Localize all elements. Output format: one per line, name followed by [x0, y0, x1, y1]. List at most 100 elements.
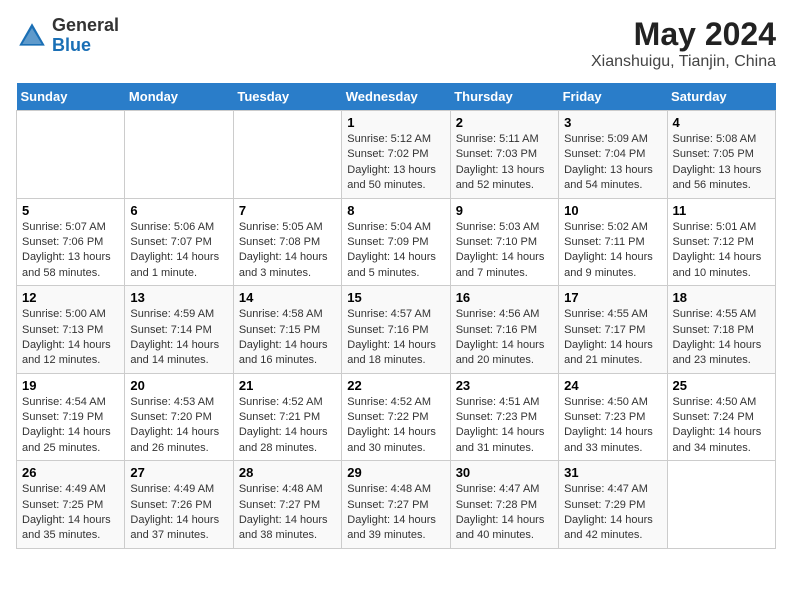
day-number: 19 — [22, 378, 119, 393]
calendar-cell: 7 Sunrise: 5:05 AMSunset: 7:08 PMDaylight… — [233, 198, 341, 286]
calendar-cell: 21 Sunrise: 4:52 AMSunset: 7:21 PMDayligh… — [233, 373, 341, 461]
week-row-5: 26 Sunrise: 4:49 AMSunset: 7:25 PMDayligh… — [17, 461, 776, 549]
day-info: Sunrise: 5:03 AMSunset: 7:10 PMDaylight:… — [456, 220, 553, 282]
day-info: Sunrise: 4:56 AMSunset: 7:16 PMDaylight:… — [456, 307, 553, 369]
day-info: Sunrise: 5:12 AMSunset: 7:02 PMDaylight:… — [347, 132, 444, 194]
calendar-cell: 18 Sunrise: 4:55 AMSunset: 7:18 PMDayligh… — [667, 286, 775, 374]
calendar-cell: 15 Sunrise: 4:57 AMSunset: 7:16 PMDayligh… — [342, 286, 450, 374]
calendar-cell: 9 Sunrise: 5:03 AMSunset: 7:10 PMDaylight… — [450, 198, 558, 286]
title-block: May 2024 Xianshuigu, Tianjin, China — [591, 16, 776, 71]
calendar-cell: 2 Sunrise: 5:11 AMSunset: 7:03 PMDaylight… — [450, 111, 558, 199]
calendar-cell: 30 Sunrise: 4:47 AMSunset: 7:28 PMDayligh… — [450, 461, 558, 549]
day-number: 13 — [130, 290, 227, 305]
calendar-cell: 16Sunrise: 4:56 AMSunset: 7:16 PMDayligh… — [450, 286, 558, 374]
day-info: Sunrise: 5:07 AMSunset: 7:06 PMDaylight:… — [22, 220, 119, 282]
weekday-header-row: SundayMondayTuesdayWednesdayThursdayFrid… — [17, 83, 776, 111]
calendar-cell — [125, 111, 233, 199]
week-row-3: 12 Sunrise: 5:00 AMSunset: 7:13 PMDayligh… — [17, 286, 776, 374]
day-number: 10 — [564, 203, 661, 218]
day-info: Sunrise: 4:50 AMSunset: 7:24 PMDaylight:… — [673, 395, 770, 457]
calendar-cell — [17, 111, 125, 199]
day-info: Sunrise: 4:53 AMSunset: 7:20 PMDaylight:… — [130, 395, 227, 457]
day-number: 12 — [22, 290, 119, 305]
day-number: 5 — [22, 203, 119, 218]
calendar-cell — [233, 111, 341, 199]
calendar-cell: 19Sunrise: 4:54 AMSunset: 7:19 PMDayligh… — [17, 373, 125, 461]
day-info: Sunrise: 4:47 AMSunset: 7:28 PMDaylight:… — [456, 482, 553, 544]
calendar-cell: 5 Sunrise: 5:07 AMSunset: 7:06 PMDaylight… — [17, 198, 125, 286]
day-number: 15 — [347, 290, 444, 305]
logo-icon — [16, 20, 48, 52]
calendar-cell: 13 Sunrise: 4:59 AMSunset: 7:14 PMDayligh… — [125, 286, 233, 374]
calendar-cell — [667, 461, 775, 549]
day-number: 30 — [456, 465, 553, 480]
calendar-cell: 28 Sunrise: 4:48 AMSunset: 7:27 PMDayligh… — [233, 461, 341, 549]
day-number: 9 — [456, 203, 553, 218]
calendar-cell: 3 Sunrise: 5:09 AMSunset: 7:04 PMDaylight… — [559, 111, 667, 199]
calendar-cell: 1Sunrise: 5:12 AMSunset: 7:02 PMDaylight… — [342, 111, 450, 199]
day-info: Sunrise: 4:55 AMSunset: 7:18 PMDaylight:… — [673, 307, 770, 369]
day-info: Sunrise: 5:00 AMSunset: 7:13 PMDaylight:… — [22, 307, 119, 369]
calendar-cell: 11 Sunrise: 5:01 AMSunset: 7:12 PMDayligh… — [667, 198, 775, 286]
day-info: Sunrise: 4:55 AMSunset: 7:17 PMDaylight:… — [564, 307, 661, 369]
calendar-cell: 25Sunrise: 4:50 AMSunset: 7:24 PMDayligh… — [667, 373, 775, 461]
day-info: Sunrise: 4:52 AMSunset: 7:22 PMDaylight:… — [347, 395, 444, 457]
day-number: 21 — [239, 378, 336, 393]
calendar-cell: 24Sunrise: 4:50 AMSunset: 7:23 PMDayligh… — [559, 373, 667, 461]
page-subtitle: Xianshuigu, Tianjin, China — [591, 53, 776, 71]
weekday-header-monday: Monday — [125, 83, 233, 111]
day-info: Sunrise: 4:47 AMSunset: 7:29 PMDaylight:… — [564, 482, 661, 544]
day-number: 23 — [456, 378, 553, 393]
day-number: 6 — [130, 203, 227, 218]
day-info: Sunrise: 4:52 AMSunset: 7:21 PMDaylight:… — [239, 395, 336, 457]
weekday-header-thursday: Thursday — [450, 83, 558, 111]
day-info: Sunrise: 4:58 AMSunset: 7:15 PMDaylight:… — [239, 307, 336, 369]
calendar-cell: 22 Sunrise: 4:52 AMSunset: 7:22 PMDayligh… — [342, 373, 450, 461]
day-number: 27 — [130, 465, 227, 480]
calendar-cell: 27Sunrise: 4:49 AMSunset: 7:26 PMDayligh… — [125, 461, 233, 549]
day-number: 26 — [22, 465, 119, 480]
page-header: General Blue May 2024 Xianshuigu, Tianji… — [16, 16, 776, 71]
calendar-cell: 10 Sunrise: 5:02 AMSunset: 7:11 PMDayligh… — [559, 198, 667, 286]
day-info: Sunrise: 5:04 AMSunset: 7:09 PMDaylight:… — [347, 220, 444, 282]
day-info: Sunrise: 4:59 AMSunset: 7:14 PMDaylight:… — [130, 307, 227, 369]
weekday-header-saturday: Saturday — [667, 83, 775, 111]
day-number: 20 — [130, 378, 227, 393]
day-info: Sunrise: 4:51 AMSunset: 7:23 PMDaylight:… — [456, 395, 553, 457]
weekday-header-tuesday: Tuesday — [233, 83, 341, 111]
calendar-cell: 4Sunrise: 5:08 AMSunset: 7:05 PMDaylight… — [667, 111, 775, 199]
day-info: Sunrise: 4:48 AMSunset: 7:27 PMDaylight:… — [347, 482, 444, 544]
day-number: 28 — [239, 465, 336, 480]
day-info: Sunrise: 4:49 AMSunset: 7:25 PMDaylight:… — [22, 482, 119, 544]
calendar-cell: 17Sunrise: 4:55 AMSunset: 7:17 PMDayligh… — [559, 286, 667, 374]
calendar-cell: 8 Sunrise: 5:04 AMSunset: 7:09 PMDaylight… — [342, 198, 450, 286]
day-number: 3 — [564, 115, 661, 130]
day-info: Sunrise: 5:01 AMSunset: 7:12 PMDaylight:… — [673, 220, 770, 282]
logo-general: General — [52, 16, 119, 36]
day-info: Sunrise: 5:08 AMSunset: 7:05 PMDaylight:… — [673, 132, 770, 194]
weekday-header-wednesday: Wednesday — [342, 83, 450, 111]
calendar-cell: 26 Sunrise: 4:49 AMSunset: 7:25 PMDayligh… — [17, 461, 125, 549]
day-number: 18 — [673, 290, 770, 305]
day-info: Sunrise: 4:48 AMSunset: 7:27 PMDaylight:… — [239, 482, 336, 544]
day-number: 8 — [347, 203, 444, 218]
day-number: 11 — [673, 203, 770, 218]
day-info: Sunrise: 4:57 AMSunset: 7:16 PMDaylight:… — [347, 307, 444, 369]
calendar-cell: 23 Sunrise: 4:51 AMSunset: 7:23 PMDayligh… — [450, 373, 558, 461]
calendar-cell: 14 Sunrise: 4:58 AMSunset: 7:15 PMDayligh… — [233, 286, 341, 374]
week-row-4: 19Sunrise: 4:54 AMSunset: 7:19 PMDayligh… — [17, 373, 776, 461]
day-info: Sunrise: 5:02 AMSunset: 7:11 PMDaylight:… — [564, 220, 661, 282]
calendar-table: SundayMondayTuesdayWednesdayThursdayFrid… — [16, 83, 776, 549]
day-number: 14 — [239, 290, 336, 305]
day-info: Sunrise: 5:11 AMSunset: 7:03 PMDaylight:… — [456, 132, 553, 194]
day-info: Sunrise: 5:06 AMSunset: 7:07 PMDaylight:… — [130, 220, 227, 282]
day-info: Sunrise: 5:05 AMSunset: 7:08 PMDaylight:… — [239, 220, 336, 282]
day-number: 22 — [347, 378, 444, 393]
day-info: Sunrise: 5:09 AMSunset: 7:04 PMDaylight:… — [564, 132, 661, 194]
day-info: Sunrise: 4:50 AMSunset: 7:23 PMDaylight:… — [564, 395, 661, 457]
day-number: 2 — [456, 115, 553, 130]
logo-blue: Blue — [52, 36, 119, 56]
logo-text: General Blue — [52, 16, 119, 56]
day-number: 29 — [347, 465, 444, 480]
day-number: 7 — [239, 203, 336, 218]
